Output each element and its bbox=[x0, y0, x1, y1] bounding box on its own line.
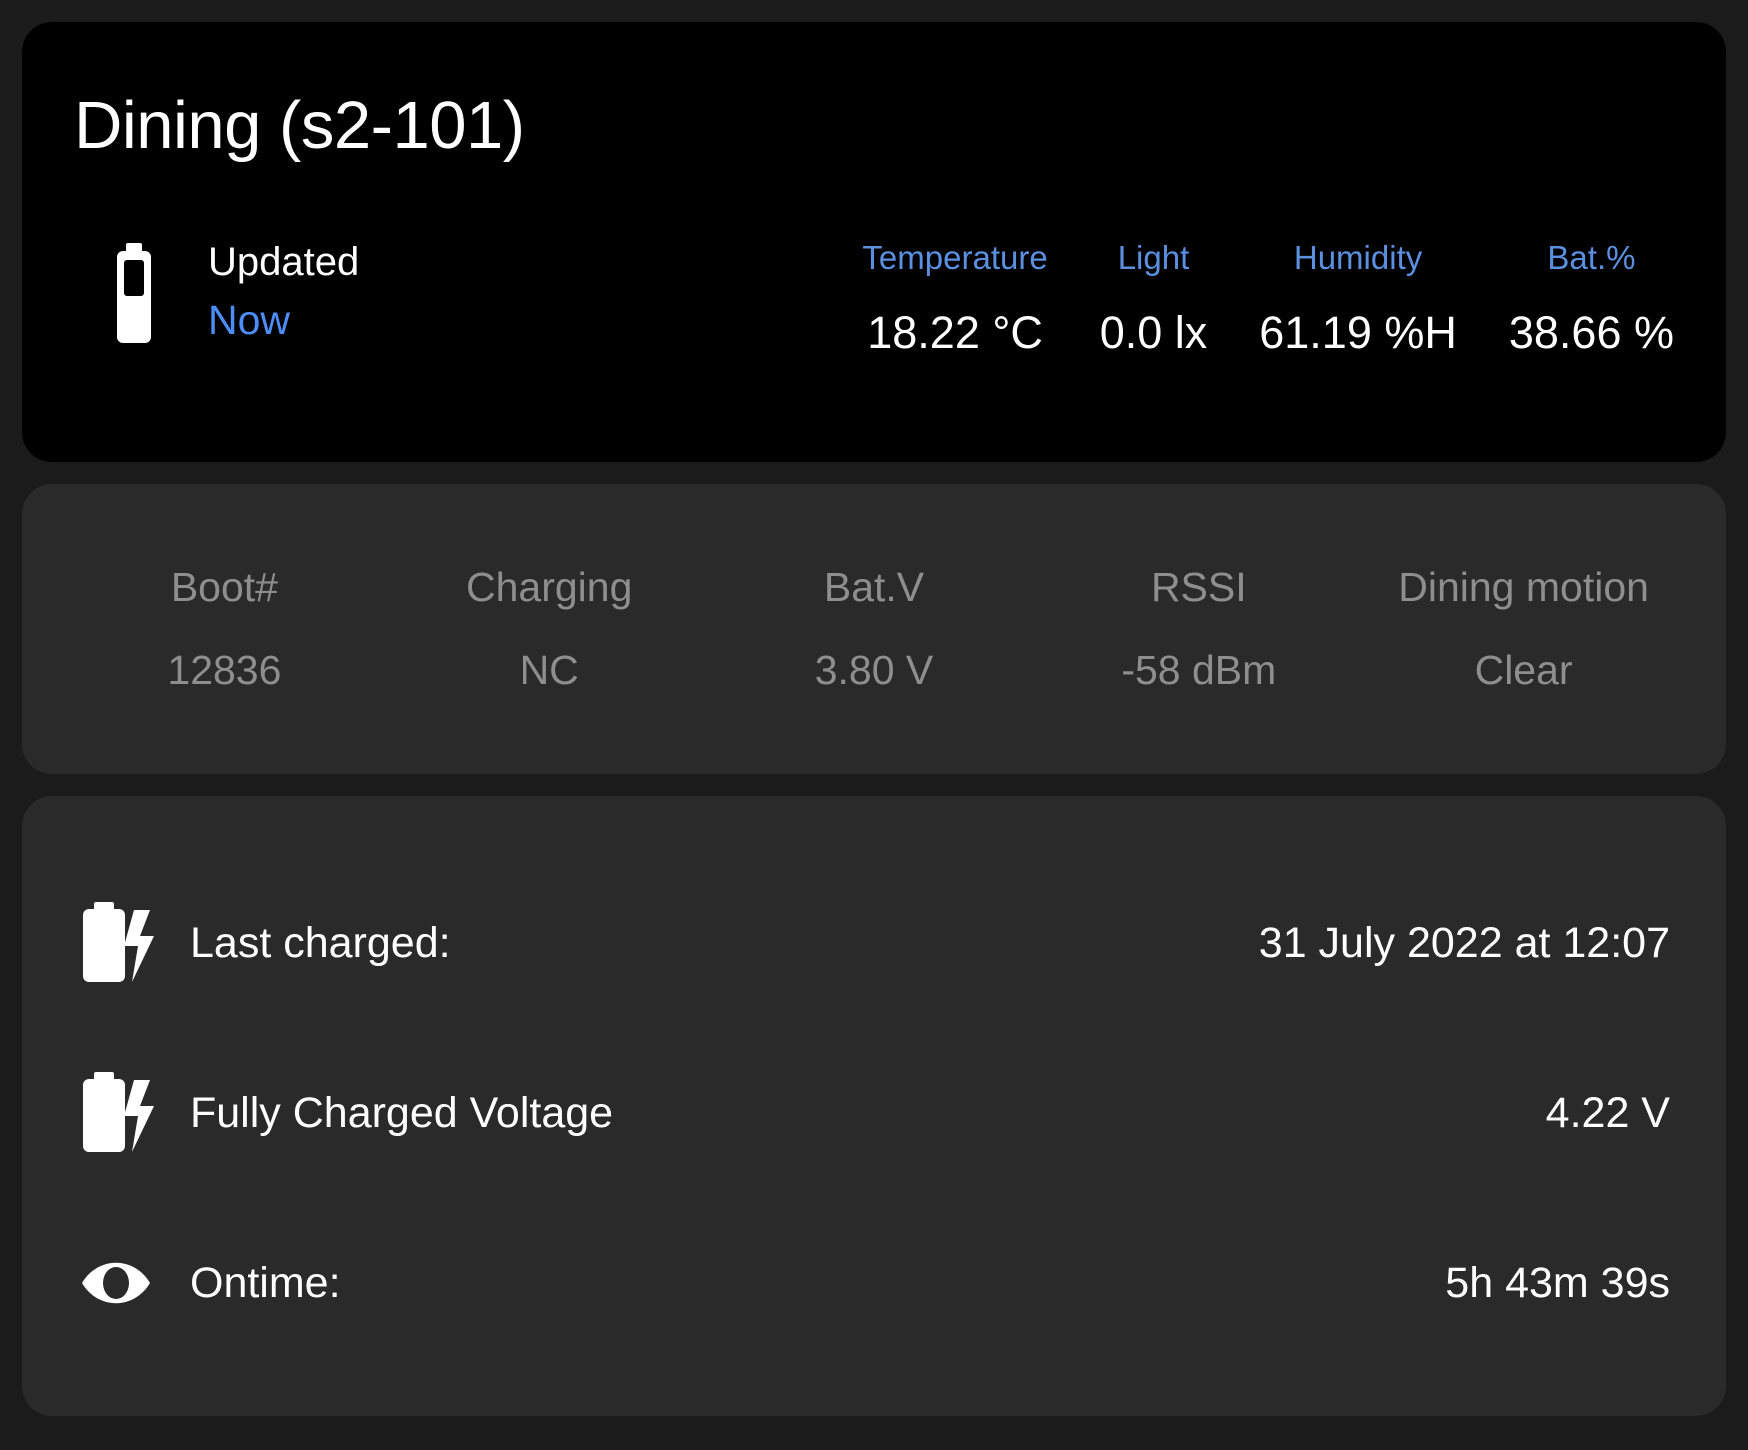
sensor-label: Temperature bbox=[862, 239, 1048, 276]
sensor-value: 38.66 % bbox=[1508, 307, 1674, 358]
stat-label: Dining motion bbox=[1398, 564, 1649, 610]
detail-label: Ontime: bbox=[190, 1258, 341, 1307]
sensor-humidity[interactable]: Humidity 61.19 %H bbox=[1233, 233, 1483, 355]
summary-row: Updated Now Temperature 18.22 °C Light 0… bbox=[74, 233, 1674, 355]
sensor-temperature[interactable]: Temperature 18.22 °C bbox=[862, 233, 1073, 355]
device-summary-card[interactable]: Dining (s2-101) Updated Now Temperature bbox=[22, 22, 1726, 462]
stat-rssi[interactable]: RSSI -58 dBm bbox=[1036, 567, 1361, 691]
detail-value: 31 July 2022 at 12:07 bbox=[1258, 918, 1670, 967]
stat-value: NC bbox=[519, 647, 579, 693]
sensor-value: 0.0 lx bbox=[1099, 307, 1208, 358]
stat-value: 12836 bbox=[167, 647, 282, 693]
stat-boot-count[interactable]: Boot# 12836 bbox=[62, 567, 387, 691]
sensor-label: Humidity bbox=[1293, 239, 1423, 276]
detail-row-last-charged[interactable]: Last charged: 31 July 2022 at 12:07 bbox=[78, 858, 1670, 1028]
page-title: Dining (s2-101) bbox=[74, 88, 525, 163]
detail-value: 4.22 V bbox=[1545, 1088, 1670, 1137]
sensor-readings: Temperature 18.22 °C Light 0.0 lx Humidi… bbox=[862, 233, 1674, 355]
stat-label: Bat.V bbox=[823, 564, 925, 610]
updated-block: Updated Now bbox=[194, 233, 359, 350]
updated-label: Updated bbox=[208, 240, 360, 284]
stat-dining-motion[interactable]: Dining motion Clear bbox=[1361, 567, 1686, 691]
sensor-light[interactable]: Light 0.0 lx bbox=[1074, 233, 1234, 355]
sensor-label: Bat.% bbox=[1547, 239, 1636, 276]
stat-charging-state[interactable]: Charging NC bbox=[387, 567, 712, 691]
detail-value: 5h 43m 39s bbox=[1445, 1258, 1670, 1307]
battery-charging-icon bbox=[78, 1072, 190, 1154]
sensor-value: 61.19 %H bbox=[1259, 307, 1457, 358]
stat-value: 3.80 V bbox=[814, 647, 934, 693]
updated-value[interactable]: Now bbox=[208, 291, 359, 350]
sensor-label: Light bbox=[1117, 239, 1190, 276]
device-stats-card[interactable]: Boot# 12836 Charging NC Bat.V 3.80 V RSS… bbox=[22, 484, 1726, 774]
detail-label: Last charged: bbox=[190, 918, 451, 967]
detail-row-fully-charged-voltage[interactable]: Fully Charged Voltage 4.22 V bbox=[78, 1028, 1670, 1198]
battery-icon-wrap bbox=[74, 233, 194, 347]
battery-charging-icon bbox=[78, 902, 190, 984]
eye-icon bbox=[78, 1254, 190, 1312]
stat-label: Boot# bbox=[170, 564, 278, 610]
device-details-card[interactable]: Last charged: 31 July 2022 at 12:07 Full… bbox=[22, 796, 1726, 1416]
sensor-battery-percent[interactable]: Bat.% 38.66 % bbox=[1483, 233, 1674, 355]
detail-row-ontime[interactable]: Ontime: 5h 43m 39s bbox=[78, 1198, 1670, 1368]
stat-label: Charging bbox=[466, 564, 633, 610]
battery-outline-icon bbox=[105, 243, 163, 347]
app-root: Dining (s2-101) Updated Now Temperature bbox=[0, 0, 1748, 1450]
stat-value: Clear bbox=[1474, 647, 1573, 693]
stat-value: -58 dBm bbox=[1121, 647, 1277, 693]
sensor-value: 18.22 °C bbox=[867, 307, 1043, 358]
stat-label: RSSI bbox=[1150, 564, 1247, 610]
stat-battery-voltage[interactable]: Bat.V 3.80 V bbox=[712, 567, 1037, 691]
detail-label: Fully Charged Voltage bbox=[190, 1088, 614, 1137]
